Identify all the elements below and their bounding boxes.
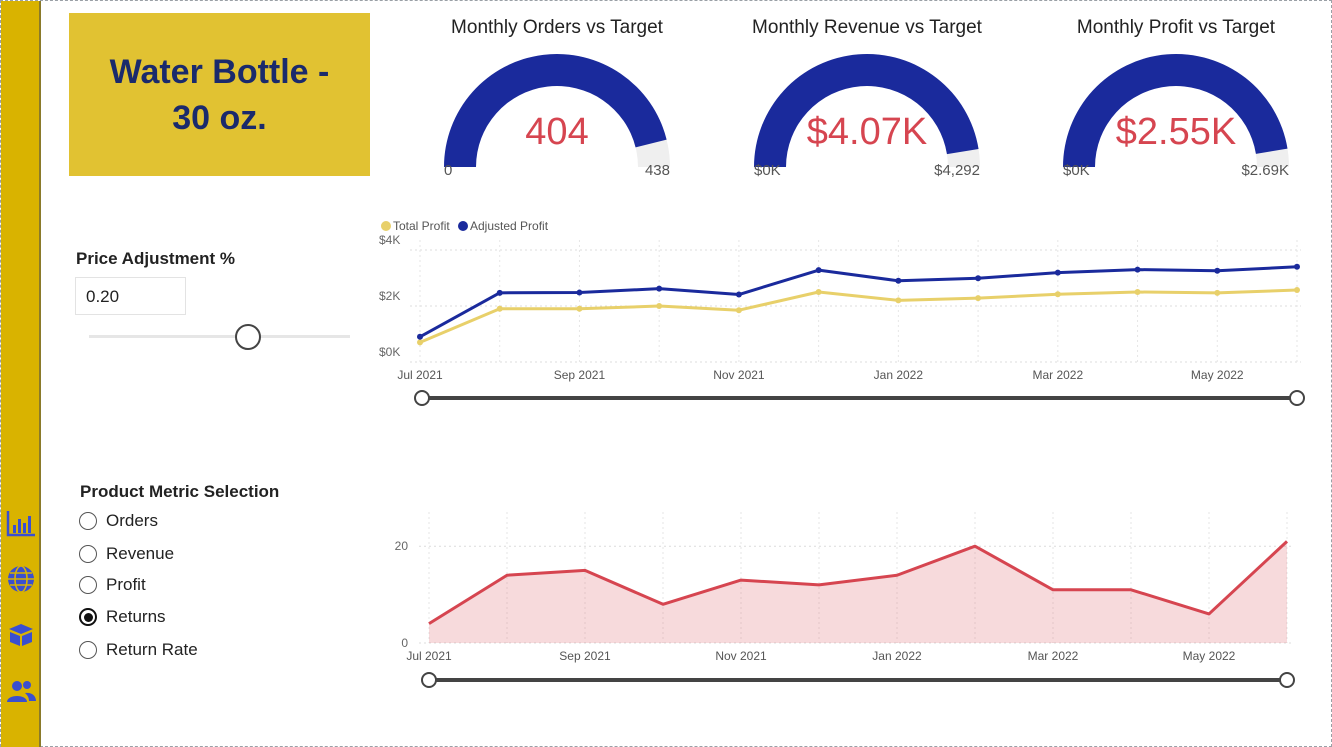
- price-adjustment-label: Price Adjustment %: [76, 249, 236, 268]
- x-tick-label: Sep 2021: [559, 649, 611, 663]
- gauge-min: $0K: [754, 162, 781, 179]
- data-point: [815, 289, 822, 295]
- price-adjustment-input[interactable]: 0.20: [75, 277, 186, 315]
- data-point: [576, 289, 583, 296]
- data-point: [1134, 289, 1141, 295]
- data-point: [1134, 266, 1141, 273]
- gauge-title: Monthly Profit vs Target: [1076, 17, 1276, 38]
- x-tick-label: May 2022: [1183, 649, 1236, 663]
- data-point: [656, 285, 663, 292]
- data-point: [895, 297, 902, 304]
- legend-marker: [458, 221, 468, 231]
- radio-button-selected[interactable]: [79, 608, 97, 626]
- profit-line-chart: Total Profit Adjusted Profit $0K $2K $4K Jul …: [379, 219, 1305, 406]
- radio-button[interactable]: [79, 512, 97, 530]
- product-title: Water Bottle - 30 oz.: [109, 52, 330, 137]
- returns-area-chart: 0 20 Jul 2021 Sep 2021 Nov 2021 Jan 2022 Mar 2…: [395, 512, 1295, 688]
- date-range-slider-start-handle[interactable]: [421, 672, 437, 688]
- date-range-slider-end-handle[interactable]: [1279, 672, 1295, 688]
- data-point: [656, 303, 663, 309]
- users-icon[interactable]: [5, 675, 37, 707]
- y-tick-label: $0K: [379, 345, 400, 359]
- radio-profit[interactable]: Profit: [79, 573, 146, 597]
- gauge-max: $2.69K: [1241, 162, 1289, 179]
- data-point: [496, 305, 503, 312]
- bar-chart-icon[interactable]: [5, 507, 37, 539]
- x-tick-label: Mar 2022: [1028, 649, 1079, 663]
- data-point: [1054, 291, 1061, 298]
- x-tick-label: Nov 2021: [713, 368, 765, 382]
- radio-revenue[interactable]: Revenue: [79, 542, 174, 566]
- product-title-card: Water Bottle - 30 oz.: [69, 13, 370, 176]
- radio-returns[interactable]: Returns: [79, 605, 166, 629]
- price-adjustment-slider-track[interactable]: [89, 335, 350, 338]
- report-page: Water Bottle - 30 oz. Monthly Orders vs …: [0, 0, 1332, 747]
- radio-label: Returns: [106, 607, 166, 626]
- date-range-slider-end-handle[interactable]: [1289, 390, 1305, 406]
- data-point: [1294, 263, 1300, 270]
- data-point: [735, 307, 742, 314]
- x-tick-label: Jul 2021: [397, 368, 443, 382]
- price-adjustment-slider-thumb[interactable]: [235, 324, 261, 350]
- gauge-min: 0: [444, 162, 453, 179]
- gauge-value: $4.07K: [806, 111, 928, 153]
- sidebar: [1, 1, 41, 747]
- x-tick-label: Sep 2021: [554, 368, 606, 382]
- area-fill: [429, 541, 1287, 643]
- y-tick-label: 0: [401, 636, 408, 650]
- data-point: [975, 275, 982, 282]
- data-point: [576, 305, 583, 312]
- data-point: [1294, 287, 1300, 294]
- x-tick-label: Nov 2021: [715, 649, 767, 663]
- gauge-revenue: Monthly Revenue vs Target $4.07K $0K $4,…: [737, 11, 997, 191]
- y-tick-label: $4K: [379, 233, 400, 247]
- x-tick-label: May 2022: [1191, 368, 1244, 382]
- radio-label: Return Rate: [106, 640, 198, 659]
- data-point: [417, 333, 423, 340]
- x-tick-label: Jan 2022: [874, 368, 924, 382]
- radio-label: Profit: [106, 575, 146, 594]
- radio-label: Revenue: [106, 544, 175, 563]
- gauge-max: $4,292: [934, 162, 980, 179]
- data-point: [417, 339, 423, 346]
- data-point: [1214, 267, 1221, 274]
- radio-return-rate[interactable]: Return Rate: [79, 638, 198, 662]
- radio-button[interactable]: [79, 641, 97, 659]
- gauge-orders: Monthly Orders vs Target 404 0 438: [427, 11, 687, 191]
- gauge-value: $2.55K: [1115, 111, 1237, 153]
- y-tick-label: $2K: [379, 289, 400, 303]
- data-point: [496, 289, 503, 296]
- gauge-value: 404: [525, 111, 589, 153]
- radio-button[interactable]: [79, 576, 97, 594]
- box-icon[interactable]: [5, 618, 37, 650]
- date-range-slider-start-handle[interactable]: [414, 390, 430, 406]
- x-tick-label: Jul 2021: [406, 649, 452, 663]
- x-tick-label: Jan 2022: [872, 649, 922, 663]
- gauge-min: $0K: [1063, 162, 1090, 179]
- gauge-max: 438: [644, 162, 670, 179]
- gauge-title: Monthly Revenue vs Target: [752, 17, 982, 38]
- gauge-title: Monthly Orders vs Target: [451, 17, 663, 38]
- series-line: [419, 288, 1298, 344]
- legend-label: Adjusted Profit: [470, 219, 549, 233]
- data-point: [815, 267, 822, 274]
- data-point: [1054, 269, 1061, 276]
- radio-orders[interactable]: Orders: [79, 509, 158, 533]
- data-point: [735, 291, 742, 298]
- legend-marker: [381, 221, 391, 231]
- metric-selection-label: Product Metric Selection: [80, 482, 280, 501]
- globe-icon[interactable]: [5, 563, 37, 595]
- radio-label: Orders: [106, 511, 158, 530]
- data-point: [895, 277, 902, 284]
- radio-button[interactable]: [79, 545, 97, 563]
- series-line: [419, 265, 1298, 339]
- gauge-profit: Monthly Profit vs Target $2.55K $0K $2.6…: [1046, 11, 1306, 191]
- data-point: [975, 295, 982, 302]
- y-tick-label: 20: [395, 539, 409, 553]
- data-point: [1214, 289, 1221, 296]
- x-tick-label: Mar 2022: [1032, 368, 1083, 382]
- legend-label: Total Profit: [393, 219, 450, 233]
